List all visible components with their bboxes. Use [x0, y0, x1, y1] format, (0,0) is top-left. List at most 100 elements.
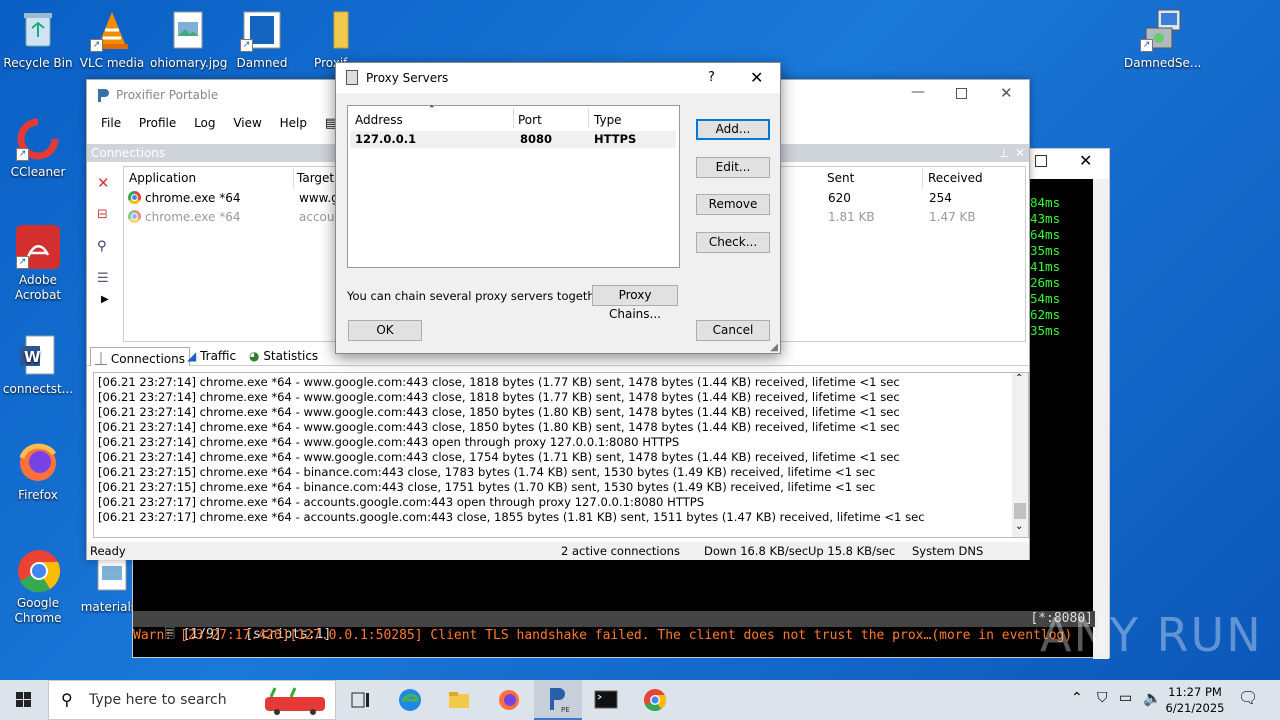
traffic-tab-icon: ◢	[187, 349, 197, 363]
scroll-down-icon[interactable]: ⌄	[1015, 521, 1023, 532]
dialog-titlebar[interactable]: Proxy Servers ? ✕	[336, 63, 780, 93]
task-view-icon[interactable]	[348, 688, 372, 712]
scroll-up-icon[interactable]: ⌃	[1015, 373, 1023, 384]
terminal-status-bar: 🗏 [1/9] [scripts:1] [*:8080]	[133, 611, 1095, 642]
terminal-scrollbar[interactable]	[1093, 179, 1109, 659]
block-icon[interactable]: ⊟	[97, 207, 108, 222]
add-button[interactable]: Add...	[696, 119, 770, 140]
ok-button[interactable]: OK	[348, 320, 422, 341]
col-address[interactable]: Address	[355, 113, 403, 127]
dialog-title: Proxy Servers	[366, 71, 449, 85]
find-icon[interactable]: ⚲	[97, 239, 107, 254]
menu-help[interactable]: Help	[280, 116, 307, 130]
log-line: [06.21 23:27:17] chrome.exe *64 - accoun…	[98, 495, 705, 509]
clock-time: 11:27 PM	[1168, 685, 1222, 699]
proxy-chains-button[interactable]: Proxy Chains...	[592, 285, 678, 321]
latency-line: 41ms	[1030, 259, 1061, 274]
minimize-icon[interactable]: —	[911, 84, 925, 100]
maximize-icon[interactable]	[1035, 155, 1047, 167]
desktop-icon-vlc[interactable]: ↗ VLC media	[74, 8, 150, 71]
log-scrollbar[interactable]: ⌃ ⌄	[1012, 373, 1028, 537]
search-icon: ⚲	[61, 690, 73, 709]
panel-close-icon[interactable]: ✕	[1015, 144, 1025, 162]
shortcut-arrow-icon: ↗	[240, 39, 253, 52]
tab-statistics[interactable]: ◕ Statistics	[245, 347, 322, 366]
cell-app: chrome.exe *64	[145, 210, 241, 224]
col-sent[interactable]: Sent	[827, 171, 854, 185]
col-port[interactable]: Port	[518, 113, 542, 127]
col-target[interactable]: Target	[297, 171, 334, 185]
proxy-list[interactable]: Address ⌃ Port Type 127.0.0.1 8080 HTTPS	[347, 105, 680, 268]
scroll-thumb[interactable]	[1014, 503, 1026, 519]
tray-security-icon[interactable]: ⛉	[1097, 690, 1108, 706]
desktop-icon-connectst[interactable]: W connectst...	[0, 334, 76, 397]
ccleaner-icon: ↗	[16, 117, 60, 161]
notification-icon[interactable]: 🗨	[1238, 688, 1258, 707]
menu-view[interactable]: View	[233, 116, 261, 130]
col-application[interactable]: Application	[129, 171, 196, 185]
menu-file[interactable]: File	[101, 116, 121, 130]
edge-icon[interactable]	[398, 688, 422, 712]
firefox-icon	[16, 440, 60, 484]
pin-icon[interactable]: ⊥	[999, 144, 1009, 162]
desktop-icon-firefox[interactable]: Firefox	[0, 440, 76, 503]
maximize-icon[interactable]	[956, 88, 967, 99]
tab-traffic[interactable]: ◢ Traffic	[183, 347, 240, 366]
help-button[interactable]: ?	[708, 70, 715, 85]
desktop-icon-damnedse[interactable]: ↗ DamnedSe...	[1124, 8, 1201, 71]
desktop-icon-damned[interactable]: ↗ Damned	[224, 8, 300, 71]
clock-date: 6/21/2025	[1165, 701, 1225, 715]
tray-volume-icon[interactable]: 🔈	[1143, 689, 1162, 707]
proxy-servers-dialog[interactable]: Proxy Servers ? ✕ Address ⌃ Port Type 12…	[335, 62, 781, 354]
desktop-icon-ohiomary[interactable]: ohiomary.jpg	[150, 8, 227, 71]
desktop-icon-recycle-bin[interactable]: Recycle Bin	[0, 8, 76, 71]
tab-connections[interactable]: ⏊ Connections	[90, 347, 190, 366]
resize-grip-icon[interactable]: ◢	[770, 342, 778, 353]
edit-button[interactable]: Edit...	[696, 157, 770, 178]
log-line: [06.21 23:27:14] chrome.exe *64 - www.go…	[98, 375, 900, 389]
desktop-icon-ccleaner[interactable]: ↗ CCleaner	[0, 117, 76, 180]
table-row[interactable]: 127.0.0.1 8080 HTTPS	[350, 131, 676, 148]
tray-network-icon[interactable]: ▭	[1119, 690, 1132, 706]
latency-line: 84ms	[1030, 195, 1061, 210]
cell-app: chrome.exe *64	[145, 191, 241, 205]
image-file-icon	[166, 8, 210, 52]
folder-icon	[314, 8, 358, 52]
terminal-warning: Warn: [23:27:17.426][127.0.0.1:50285] Cl…	[133, 628, 1073, 643]
terminal-taskbar-icon[interactable]	[594, 688, 618, 712]
desktop-icon-chrome[interactable]: Google Chrome	[0, 548, 76, 626]
latency-line: 54ms	[1030, 291, 1061, 306]
proxifier-taskbar-button[interactable]: PE	[534, 680, 582, 720]
desktop-icon-acrobat[interactable]: ↗ Adobe Acrobat	[0, 225, 76, 303]
cell-sent: 620	[828, 191, 851, 205]
close-icon[interactable]: ✕	[1079, 151, 1092, 170]
cancel-button[interactable]: Cancel	[696, 320, 770, 341]
expand-arrow-icon[interactable]: ▶	[101, 294, 109, 305]
search-highlight-icon	[261, 687, 333, 715]
sort-arrow-icon: ⌃	[428, 105, 436, 115]
tray-chevron-icon[interactable]: ⌃	[1071, 690, 1083, 706]
search-box[interactable]: ⚲ Type here to search	[48, 680, 336, 720]
col-type[interactable]: Type	[594, 113, 622, 127]
remove-button[interactable]: Remove	[696, 194, 770, 215]
log-panel[interactable]: [06.21 23:27:14] chrome.exe *64 - www.go…	[93, 372, 1029, 538]
close-icon[interactable]: ✕	[1000, 84, 1013, 102]
chrome-taskbar-icon[interactable]	[643, 688, 667, 712]
check-button[interactable]: Check...	[696, 232, 770, 253]
list-icon[interactable]: ☰	[97, 271, 109, 286]
start-button[interactable]	[0, 680, 48, 720]
desktop-icon-label: Damned	[236, 56, 288, 70]
file-explorer-icon[interactable]	[447, 688, 471, 712]
close-icon[interactable]: ✕	[750, 68, 763, 87]
latency-line: 26ms	[1030, 275, 1061, 290]
col-received[interactable]: Received	[928, 171, 983, 185]
desktop-icon-label: VLC media	[79, 56, 145, 70]
firefox-taskbar-icon[interactable]	[497, 688, 521, 712]
menu-profile[interactable]: Profile	[139, 116, 176, 130]
menu-log[interactable]: Log	[194, 116, 215, 130]
clock[interactable]: 11:27 PM 6/21/2025	[1164, 684, 1226, 716]
shortcut-arrow-icon: ↗	[16, 148, 29, 161]
svg-text:PE: PE	[561, 706, 570, 714]
close-connection-icon[interactable]: ✕	[97, 174, 110, 192]
installer-icon: ↗	[1140, 8, 1184, 52]
